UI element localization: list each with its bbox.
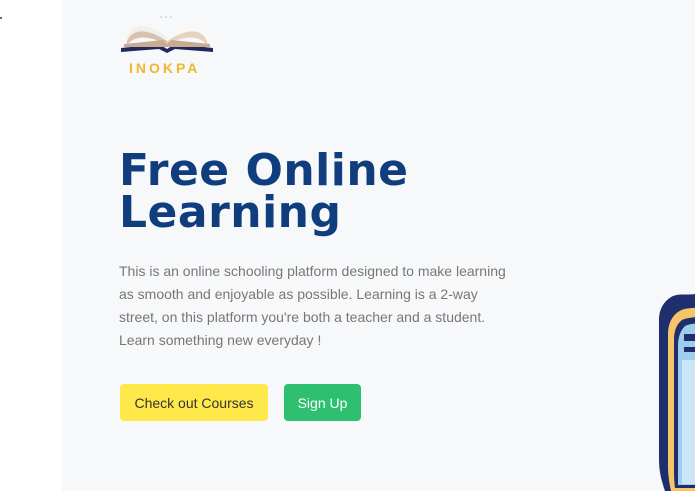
title-line-2: Learning: [119, 187, 342, 238]
brand-logo[interactable]: INOKPA: [119, 13, 215, 77]
brand-name: INOKPA: [129, 60, 201, 76]
page-title: Free Online Learning: [119, 149, 409, 235]
check-out-courses-button[interactable]: Check out Courses: [120, 384, 268, 421]
open-book-icon: [121, 16, 213, 53]
sign-up-button[interactable]: Sign Up: [284, 384, 361, 421]
hero-description: This is an online schooling platform des…: [119, 263, 506, 348]
book-illustration-icon: [659, 293, 695, 491]
edge-dot: [0, 17, 2, 19]
hero-section: INOKPA Free Online Learning This is an o…: [62, 0, 695, 491]
left-edge-strip: [0, 0, 62, 491]
